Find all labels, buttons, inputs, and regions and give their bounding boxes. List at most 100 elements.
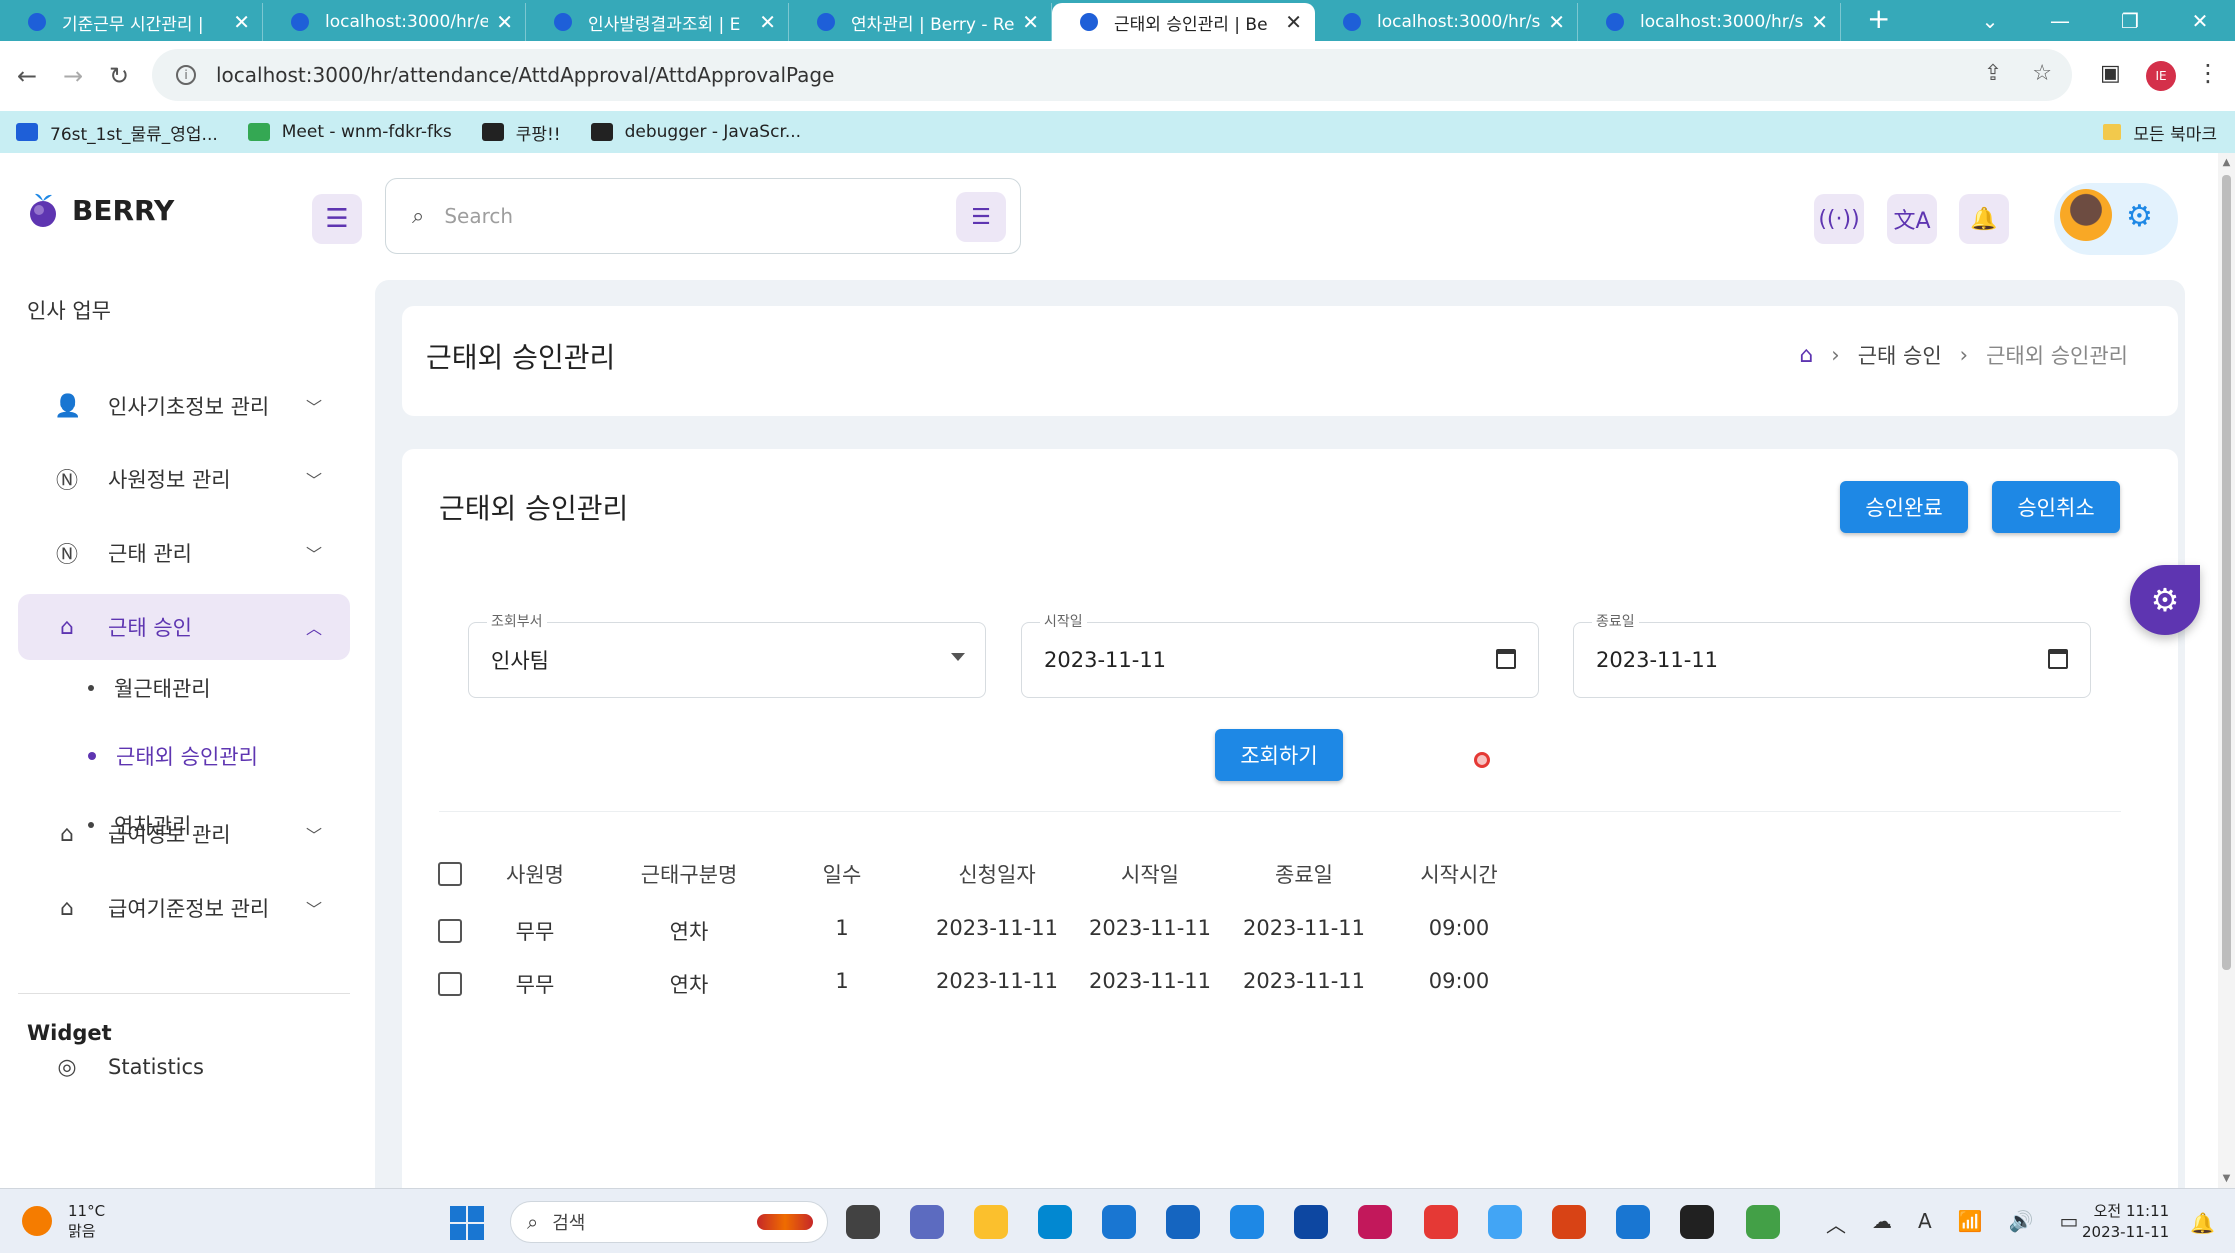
department-select[interactable]: 조회부서 인사팀 bbox=[468, 611, 986, 698]
app-icon[interactable] bbox=[1488, 1205, 1522, 1239]
table-header-cell[interactable]: 시작시간 bbox=[1420, 859, 1497, 889]
sidebar-item-4[interactable]: ⌂ 근태 승인 ︿ bbox=[18, 594, 350, 660]
battery-icon[interactable]: ▭ bbox=[2060, 1209, 2079, 1238]
reload-button[interactable]: ↻ bbox=[96, 62, 142, 90]
approve-cancel-button[interactable]: 승인취소 bbox=[1992, 481, 2120, 533]
table-header-cell[interactable]: 근태구분명 bbox=[641, 859, 738, 889]
cloud-icon[interactable]: ☁ bbox=[1872, 1209, 1892, 1238]
table-header-cell[interactable]: 사원명 bbox=[506, 859, 564, 889]
intellij-icon[interactable] bbox=[1358, 1205, 1392, 1239]
notifications-button[interactable]: 🔔 bbox=[1959, 194, 2009, 244]
table-header-cell[interactable]: 시작일 bbox=[1121, 859, 1179, 889]
user-avatar[interactable] bbox=[2060, 189, 2112, 241]
notification-center-icon[interactable]: 🔔 bbox=[2190, 1211, 2215, 1235]
scroll-up-icon[interactable]: ▲ bbox=[2218, 157, 2235, 168]
media-player-icon[interactable] bbox=[1680, 1205, 1714, 1239]
search-button[interactable]: 조회하기 bbox=[1215, 729, 1343, 781]
table-header-cell[interactable]: 종료일 bbox=[1275, 859, 1333, 889]
row-checkbox[interactable] bbox=[438, 919, 462, 943]
url-omnibox[interactable]: i localhost:3000/hr/attendance/AttdAppro… bbox=[152, 49, 2072, 101]
browser-tab[interactable]: localhost:3000/hr/en ✕ bbox=[263, 3, 526, 41]
app-arrow-icon[interactable] bbox=[1230, 1205, 1264, 1239]
search-input[interactable]: ⌕ Search ☰ bbox=[385, 178, 1021, 254]
sidebar-subitem[interactable]: 월근태관리 bbox=[88, 673, 211, 703]
powerpoint-icon[interactable] bbox=[1552, 1205, 1586, 1239]
volume-icon[interactable]: 🔊 bbox=[2009, 1209, 2034, 1238]
browser-tab[interactable]: localhost:3000/hr/sa ✕ bbox=[1315, 3, 1578, 41]
browser-menu-icon[interactable]: ⋮ bbox=[2196, 59, 2220, 87]
site-info-icon[interactable]: i bbox=[176, 65, 196, 85]
chrome-icon[interactable] bbox=[1424, 1205, 1458, 1239]
tab-close-icon[interactable]: ✕ bbox=[233, 10, 250, 34]
chat-icon[interactable] bbox=[910, 1205, 944, 1239]
minimize-button[interactable]: — bbox=[2025, 9, 2095, 33]
select-all-checkbox[interactable] bbox=[438, 862, 462, 886]
ime-icon[interactable]: A bbox=[1918, 1209, 1932, 1238]
browser-tab[interactable]: 근태외 승인관리 | Be ✕ bbox=[1052, 3, 1315, 41]
browser-tab[interactable]: localhost:3000/hr/sa ✕ bbox=[1578, 3, 1841, 41]
sidebar-item-6[interactable]: ⌂ 급여기준정보 관리 ﹀ bbox=[18, 875, 350, 941]
approve-complete-button[interactable]: 승인완료 bbox=[1840, 481, 1968, 533]
row-checkbox[interactable] bbox=[438, 972, 462, 996]
taskbar-search[interactable]: ⌕ 검색 bbox=[510, 1201, 828, 1243]
browser-tab[interactable]: 인사발령결과조회 | E ✕ bbox=[526, 3, 789, 41]
calendar-icon[interactable] bbox=[1496, 649, 1516, 669]
scroll-down-icon[interactable]: ▼ bbox=[2218, 1173, 2235, 1184]
search-filter-button[interactable]: ☰ bbox=[956, 192, 1006, 242]
back-button[interactable]: ← bbox=[4, 62, 50, 90]
breadcrumb-parent[interactable]: 근태 승인 bbox=[1858, 340, 1942, 370]
page-scrollbar[interactable]: ▲ ▼ bbox=[2218, 153, 2235, 1188]
tab-close-icon[interactable]: ✕ bbox=[1022, 10, 1039, 34]
browser-tab[interactable]: 연차관리 | Berry - Re ✕ bbox=[789, 3, 1052, 41]
vscode-icon[interactable] bbox=[1616, 1205, 1650, 1239]
side-panel-icon[interactable]: ▣ bbox=[2100, 61, 2121, 86]
wifi-icon[interactable]: 📶 bbox=[1958, 1209, 1983, 1238]
tab-search-chevron-icon[interactable]: ⌄ bbox=[1955, 9, 2025, 33]
tab-close-icon[interactable]: ✕ bbox=[1548, 10, 1565, 34]
windows-start-icon[interactable] bbox=[450, 1206, 484, 1240]
sidebar-item-2[interactable]: Ⓝ 사원정보 관리 ﹀ bbox=[18, 446, 350, 512]
forward-button[interactable]: → bbox=[50, 62, 96, 90]
store-icon[interactable] bbox=[1166, 1205, 1200, 1239]
bookmark-item[interactable]: Meet - wnm-fdkr-fks bbox=[247, 122, 452, 142]
tab-close-icon[interactable]: ✕ bbox=[496, 10, 513, 34]
table-header-cell[interactable]: 일수 bbox=[823, 859, 862, 889]
new-tab-button[interactable]: + bbox=[1867, 2, 1890, 35]
maximize-button[interactable]: ❐ bbox=[2095, 9, 2165, 33]
brand-logo[interactable]: BERRY bbox=[26, 191, 174, 229]
start-date-input[interactable]: 시작일 2023-11-11 bbox=[1021, 611, 1539, 698]
tab-close-icon[interactable]: ✕ bbox=[759, 10, 776, 34]
language-button[interactable]: 文A bbox=[1887, 194, 1937, 244]
bookmark-star-icon[interactable]: ☆ bbox=[2032, 61, 2052, 86]
tray-chevron-icon[interactable]: ︿ bbox=[1826, 1209, 1846, 1238]
sidebar-item-3[interactable]: Ⓝ 근태 관리 ﹀ bbox=[18, 520, 350, 586]
chrome-icon[interactable] bbox=[1746, 1205, 1780, 1239]
scrollbar-thumb[interactable] bbox=[2222, 175, 2231, 970]
customize-fab-button[interactable]: ⚙ bbox=[2130, 565, 2200, 635]
menu-toggle-button[interactable]: ☰ bbox=[312, 194, 362, 244]
sidebar-subitem[interactable]: 근태외 승인관리 bbox=[88, 741, 258, 771]
end-date-input[interactable]: 종료일 2023-11-11 bbox=[1573, 611, 2091, 698]
tab-close-icon[interactable]: ✕ bbox=[1285, 10, 1302, 34]
calendar-icon[interactable] bbox=[2048, 649, 2068, 669]
share-icon[interactable]: ⇪ bbox=[1984, 61, 2002, 86]
profile-avatar[interactable]: IE bbox=[2146, 61, 2176, 91]
folder-icon[interactable] bbox=[974, 1205, 1008, 1239]
bookmark-item[interactable]: 76st_1st_물류_영업... bbox=[16, 120, 218, 145]
home-icon[interactable]: ⌂ bbox=[1799, 343, 1813, 368]
bookmark-item[interactable]: debugger - JavaScr... bbox=[590, 122, 801, 142]
file-explorer-icon[interactable] bbox=[846, 1205, 880, 1239]
sidebar-subitem[interactable]: 연차관리 bbox=[88, 810, 191, 840]
weather-widget[interactable]: 11°C 맑음 bbox=[22, 1201, 105, 1241]
live-broadcast-button[interactable]: ((·)) bbox=[1814, 194, 1864, 244]
tab-close-icon[interactable]: ✕ bbox=[1811, 10, 1828, 34]
table-header-cell[interactable]: 신청일자 bbox=[958, 859, 1035, 889]
sidebar-item-statistics[interactable]: ◎ Statistics bbox=[18, 1034, 350, 1100]
close-window-button[interactable]: ✕ bbox=[2165, 9, 2235, 33]
sidebar-item-1[interactable]: 👤 인사기초정보 관리 ﹀ bbox=[18, 373, 350, 439]
bookmark-item[interactable]: 쿠팡!! bbox=[481, 120, 561, 145]
monitor-icon[interactable] bbox=[1102, 1205, 1136, 1239]
x-icon[interactable] bbox=[1294, 1205, 1328, 1239]
browser-tab[interactable]: 기준근무 시간관리 | ✕ bbox=[0, 3, 263, 41]
settings-gear-icon[interactable]: ⚙ bbox=[2126, 199, 2153, 234]
